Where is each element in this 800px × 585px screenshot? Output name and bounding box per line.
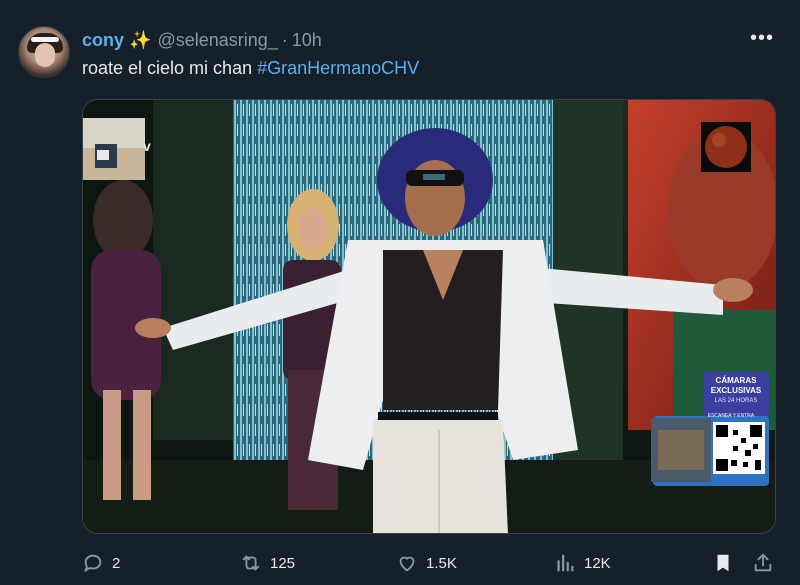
promo-badge: CÁMARAS EXCLUSIVAS LAS 24 HORAS: [704, 376, 768, 406]
action-bar: 2 125 1.5K 12K: [0, 552, 800, 578]
video-frame: [83, 100, 775, 533]
avatar-face: [35, 43, 55, 67]
channel-watermark: v: [143, 138, 151, 154]
promo-title-1: CÁMARAS: [715, 376, 757, 385]
hashtag-link[interactable]: #GranHermanoCHV: [257, 58, 419, 78]
promo-title-2: EXCLUSIVAS: [710, 386, 762, 395]
repost-icon: [242, 555, 260, 571]
like-button[interactable]: 1.5K: [396, 552, 457, 574]
bookmark-icon: [717, 554, 729, 572]
share-button[interactable]: [752, 552, 782, 574]
display-name[interactable]: cony: [82, 30, 124, 51]
tweet-video[interactable]: v CÁMARAS EXCLUSIVAS LAS 24 HORAS ESCANE…: [82, 99, 776, 534]
reply-button[interactable]: 2: [82, 552, 120, 574]
avatar[interactable]: [18, 26, 70, 78]
repost-button[interactable]: 125: [240, 552, 295, 574]
sparkle-emoji: ✨: [129, 29, 152, 50]
user-handle[interactable]: @selenasring_: [157, 30, 277, 51]
avatar-headband: [31, 37, 59, 42]
timestamp[interactable]: 10h: [292, 30, 322, 51]
tweet-header: cony ✨ @selenasring_ · 10h: [82, 28, 322, 52]
tweet-text: roate el cielo mi chan #GranHermanoCHV: [82, 58, 419, 79]
more-options-icon[interactable]: •••: [750, 28, 774, 48]
share-icon: [754, 553, 772, 572]
views-chart-icon: [557, 554, 574, 572]
promo-cta: ESCANEA Y ENTRA: [707, 413, 755, 419]
tweet-text-plain: roate el cielo mi chan: [82, 58, 258, 78]
reply-icon: [84, 554, 102, 573]
bookmark-button[interactable]: [712, 552, 742, 574]
views-button[interactable]: 12K: [554, 552, 611, 574]
heart-icon: [399, 556, 415, 572]
separator-dot: ·: [281, 29, 288, 50]
like-count: 1.5K: [426, 554, 457, 572]
repost-count: 125: [270, 554, 296, 572]
views-count: 12K: [584, 554, 611, 572]
reply-count: 2: [112, 554, 121, 572]
promo-subtitle: LAS 24 HORAS: [714, 398, 758, 404]
